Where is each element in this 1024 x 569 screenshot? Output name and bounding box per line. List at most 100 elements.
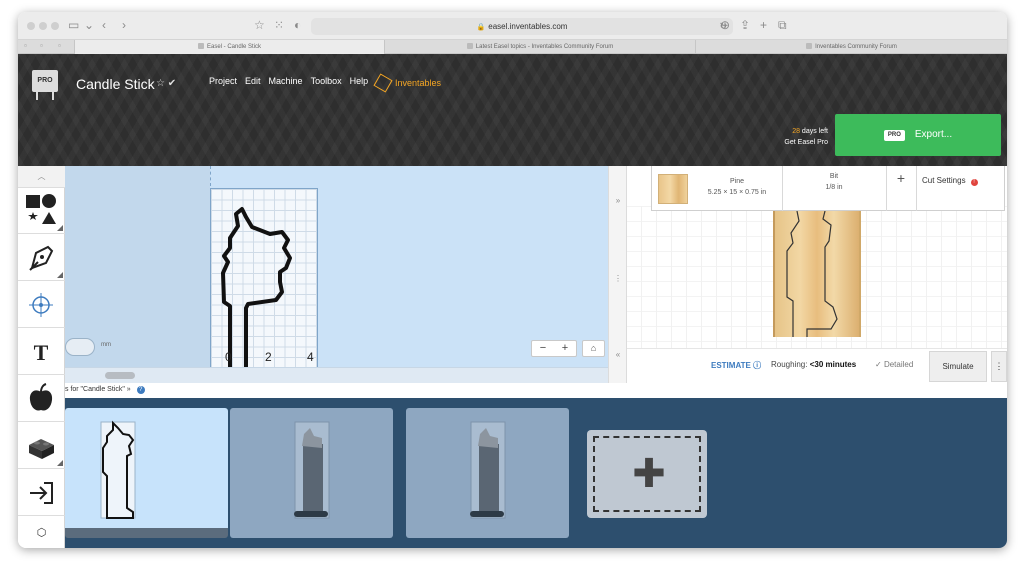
pinned-tab-icon[interactable]: ▫ <box>24 41 27 50</box>
pen-tool[interactable] <box>18 235 65 281</box>
workpieces-title[interactable]: s for "Candle Stick" »? <box>65 386 145 394</box>
menu-toolbox[interactable]: Toolbox <box>311 76 342 86</box>
drag-handle-icon[interactable]: ⋮ <box>609 274 627 283</box>
material-name: Pine <box>729 178 744 185</box>
unit-label: mm <box>101 342 111 348</box>
forward-icon[interactable]: › <box>122 17 126 33</box>
new-tab-icon[interactable]: + <box>760 17 767 33</box>
design-toolbar: ︿ T ⬡ <box>18 166 65 548</box>
download-icon[interactable]: ⊕ <box>720 17 730 33</box>
shield-icon[interactable]: ◐ <box>294 17 301 33</box>
apps-grid-icon[interactable]: ⁙ <box>274 17 284 33</box>
home-icon[interactable]: ⌂ <box>582 340 605 357</box>
x-tick: 0 <box>225 350 232 364</box>
menu-help[interactable]: Help <box>350 76 369 86</box>
bit-selector[interactable]: Bit 1/8 in <box>782 171 886 193</box>
horizontal-scrollbar[interactable] <box>65 367 626 383</box>
favicon-icon <box>197 43 204 49</box>
tab-overview-icon[interactable]: ⧉ <box>778 17 787 33</box>
zoom-in-button[interactable]: + <box>554 341 576 356</box>
close-window-button[interactable] <box>27 22 35 30</box>
favicon-icon <box>466 43 473 49</box>
shapes-tool[interactable] <box>18 188 65 234</box>
panel-splitter[interactable]: » ⋮ « <box>608 166 627 383</box>
simulate-button[interactable]: Simulate <box>929 351 987 382</box>
pinned-tab-icon[interactable]: ▫ <box>58 41 61 50</box>
favicon-icon <box>806 43 813 49</box>
icons-tool[interactable] <box>18 376 65 422</box>
checkmark-icon: ✓ <box>875 360 882 369</box>
tab-community-latest[interactable]: Latest Easel topics - Inventables Commun… <box>384 40 695 54</box>
tab-community-forum[interactable]: Inventables Community Forum <box>695 40 1007 54</box>
more-options-button[interactable]: ⋮ <box>991 351 1007 382</box>
address-bar[interactable]: 🔒 easel.inventables.com ↻ <box>311 18 733 35</box>
project-title-icons: ☆ ✔ <box>156 78 176 89</box>
design-canvas[interactable]: 14 12 10 8 0 2 4 mm −+ ⌂ <box>65 166 626 383</box>
text-icon: T <box>34 340 49 365</box>
apps-tool[interactable] <box>18 423 65 469</box>
pinned-tab-icon[interactable]: ▫ <box>40 41 43 50</box>
workpiece-card[interactable] <box>65 408 228 538</box>
tab-strip: ▫ ▫ ▫ Easel - Candle Stick Latest Easel … <box>18 40 1007 54</box>
info-icon: ⓘ <box>753 361 762 370</box>
bookmark-star-icon[interactable]: ☆ <box>254 17 265 33</box>
zoom-out-button[interactable]: − <box>532 341 554 356</box>
project-title[interactable]: Candle Stick <box>76 76 155 92</box>
minimize-window-button[interactable] <box>39 22 47 30</box>
menu-machine[interactable]: Machine <box>269 76 303 86</box>
chevron-left-icon[interactable]: « <box>609 350 627 359</box>
workpiece-card[interactable] <box>230 408 393 538</box>
menu-edit[interactable]: Edit <box>245 76 261 86</box>
app-header: PRO Candle Stick ☆ ✔ Project Edit Machine T… <box>18 54 1007 166</box>
back-icon[interactable]: ‹ <box>102 17 106 33</box>
target-tool[interactable] <box>18 282 65 328</box>
star-icon[interactable]: ☆ <box>156 78 165 89</box>
inventables-link[interactable]: Inventables <box>373 73 441 93</box>
chevron-right-icon[interactable]: » <box>609 196 627 205</box>
apple-icon <box>29 383 53 411</box>
export-button[interactable]: PRO Export... <box>835 114 1001 156</box>
checkmark-icon: ✔ <box>167 78 177 89</box>
alert-icon: ! <box>970 179 978 186</box>
material-swatch[interactable] <box>658 174 688 204</box>
help-icon[interactable]: ? <box>136 386 145 394</box>
trial-cta: Get Easel Pro <box>784 139 828 146</box>
text-tool[interactable]: T <box>18 329 65 375</box>
workpiece-thumbnail <box>100 420 136 519</box>
easel-pro-logo-icon[interactable]: PRO <box>32 70 58 100</box>
crosshair-icon <box>29 293 53 317</box>
browser-toolbar: ▭ ⌄ ‹ › ☆ ⁙ ◐ 🔒 easel.inventables.com ↻ ⊕… <box>18 12 1007 40</box>
detailed-option[interactable]: ✓ Detailed <box>875 360 913 369</box>
url-text: easel.inventables.com <box>488 22 568 31</box>
tab-easel[interactable]: Easel - Candle Stick <box>74 40 384 54</box>
add-bit-button[interactable]: + <box>888 170 914 186</box>
lock-icon: 🔒 <box>476 24 486 31</box>
trial-notice[interactable]: 28 days left Get Easel Pro <box>768 126 828 148</box>
x-tick: 2 <box>265 350 272 364</box>
carved-outline-preview <box>786 211 838 337</box>
trial-days: 28 <box>792 128 800 135</box>
preview-panel: Pine 5.25 × 15 × 0.75 in Bit 1/8 in + Cu… <box>627 166 1007 383</box>
import-icon <box>30 482 53 504</box>
sidebar-icon[interactable]: ▭ <box>68 17 79 33</box>
svg-text:T: T <box>34 340 49 365</box>
pro-badge: PRO <box>883 130 905 141</box>
share-icon[interactable]: ⇪ <box>740 17 750 33</box>
estimate-button[interactable]: ESTIMATE ⓘ <box>711 360 761 371</box>
menu-project[interactable]: Project <box>209 76 237 86</box>
chevron-up-icon[interactable]: ︿ <box>18 166 65 188</box>
cut-settings-button[interactable]: Cut Settings! <box>922 176 978 186</box>
unit-toggle[interactable] <box>65 338 95 356</box>
scrollbar-thumb[interactable] <box>105 372 135 379</box>
chevron-down-icon[interactable]: » <box>127 386 131 393</box>
material-selector[interactable]: Pine 5.25 × 15 × 0.75 in <box>692 176 782 198</box>
workpiece-card[interactable] <box>406 408 569 538</box>
cube-icon[interactable]: ⬡ <box>18 518 65 548</box>
import-tool[interactable] <box>18 470 65 516</box>
workpieces-tray: ✚ <box>65 398 1007 548</box>
workpieces-header: s for "Candle Stick" »? <box>65 383 1007 398</box>
chevron-down-icon[interactable]: ⌄ <box>84 17 94 33</box>
browser-window: ▭ ⌄ ‹ › ☆ ⁙ ◐ 🔒 easel.inventables.com ↻ ⊕… <box>18 12 1007 548</box>
add-workpiece-button[interactable]: ✚ <box>587 430 707 518</box>
zoom-window-button[interactable] <box>51 22 59 30</box>
